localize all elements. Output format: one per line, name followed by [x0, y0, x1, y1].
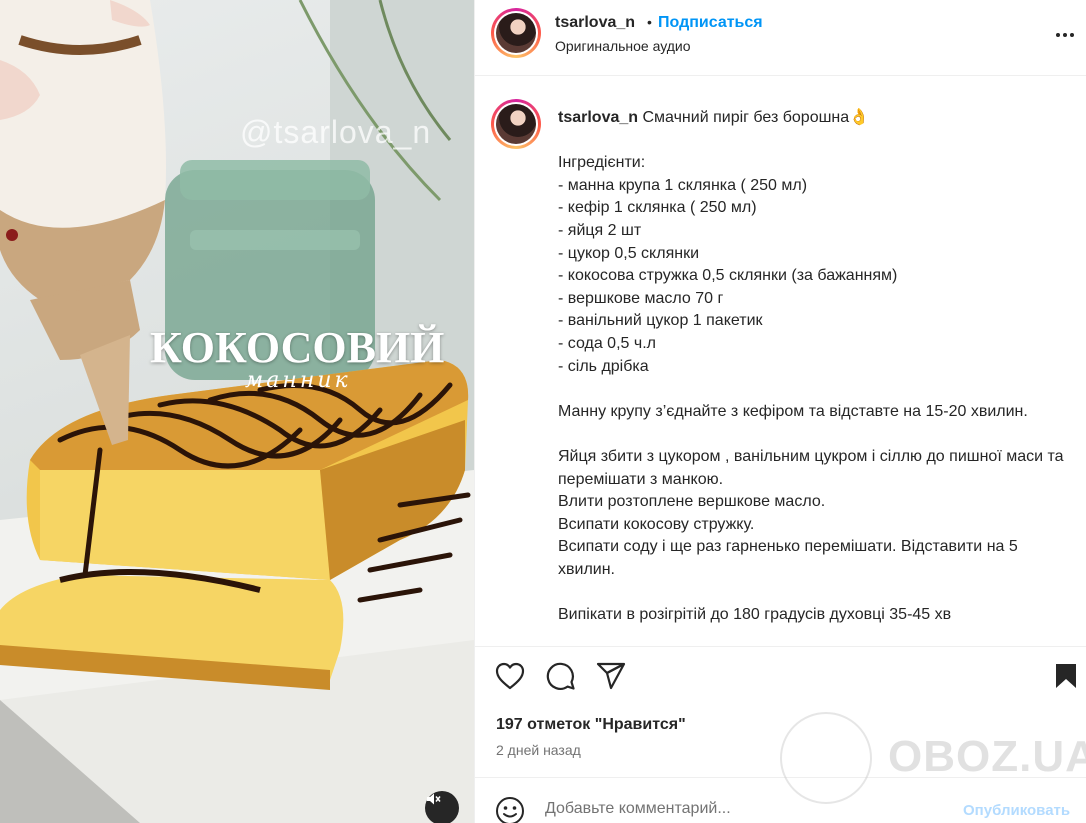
follow-button[interactable]: Подписаться: [658, 14, 763, 32]
overlay-subtitle: манник: [245, 368, 351, 393]
watermark-logo: [780, 712, 872, 804]
post-caption: tsarlova_n Смачний пиріг без борошна👌 Ін…: [475, 77, 1086, 647]
post-header: tsarlova_n • Подписаться Оригинальное ау…: [475, 0, 1086, 76]
caption-text: tsarlova_n Смачний пиріг без борошна👌 Ін…: [558, 107, 1078, 627]
comment-input[interactable]: [545, 800, 965, 818]
bookmark-icon: [1054, 662, 1078, 695]
mute-button[interactable]: [425, 791, 459, 823]
overlay-title: КОКОСОВИЙ: [150, 323, 445, 372]
more-horizontal-icon: [1055, 25, 1075, 43]
caption-avatar[interactable]: [491, 99, 541, 149]
comment-button[interactable]: [544, 660, 578, 696]
post-panel: tsarlova_n • Подписаться Оригинальное ау…: [474, 0, 1086, 823]
watermark-text: OBOZ.UA: [888, 732, 1086, 781]
more-options-button[interactable]: [1053, 22, 1077, 46]
action-bar: [475, 660, 1086, 700]
audio-label[interactable]: Оригинальное аудио: [555, 38, 691, 54]
emoji-icon[interactable]: [495, 796, 525, 823]
likes-count[interactable]: 197 отметок "Нравится": [496, 716, 686, 734]
heart-icon: [495, 662, 525, 695]
save-button[interactable]: [1049, 660, 1083, 696]
caption-body: Смачний пиріг без борошна👌 Інгредієнти: …: [558, 109, 1064, 624]
caption-username[interactable]: tsarlova_n: [558, 109, 638, 126]
site-watermark: OBOZ.UA: [780, 712, 1086, 804]
post-time[interactable]: 2 дней назад: [496, 742, 581, 758]
separator-dot: •: [647, 14, 652, 30]
publish-button[interactable]: Опубликовать: [963, 802, 1070, 819]
author-avatar[interactable]: [491, 8, 541, 58]
like-button[interactable]: [493, 660, 527, 696]
share-icon: [596, 662, 626, 695]
post-media[interactable]: @tsarlova_n КОКОСОВИЙ манник: [0, 0, 474, 823]
author-username[interactable]: tsarlova_n: [555, 14, 635, 32]
media-watermark: @tsarlova_n: [240, 114, 432, 150]
comment-icon: [546, 661, 576, 696]
share-button[interactable]: [594, 660, 628, 696]
